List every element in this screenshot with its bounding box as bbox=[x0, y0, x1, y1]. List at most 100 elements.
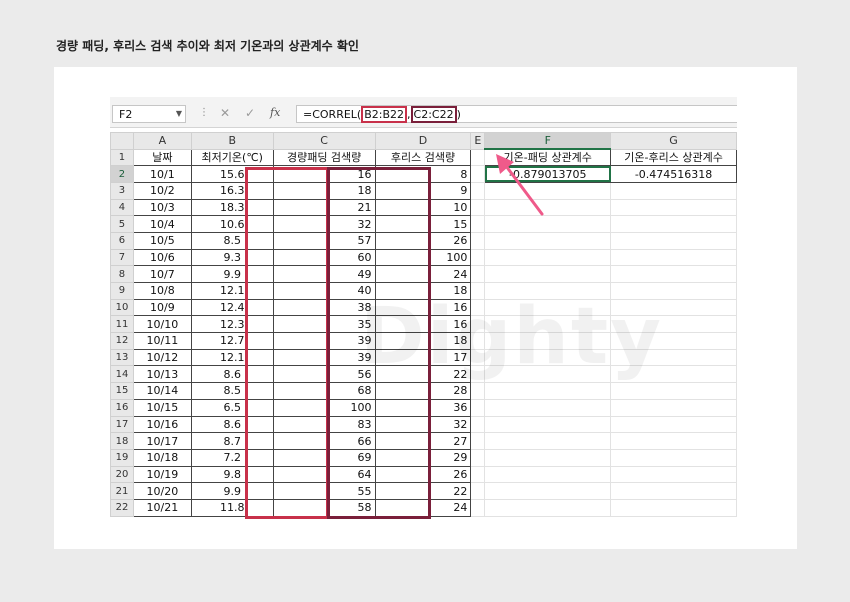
padding-cell[interactable]: 69 bbox=[272, 448, 376, 467]
row-header[interactable]: 10 bbox=[110, 298, 134, 317]
fleece-cell[interactable]: 9 bbox=[374, 181, 472, 200]
empty-cell[interactable] bbox=[484, 248, 612, 267]
temp-cell[interactable]: 18.3 bbox=[190, 198, 274, 217]
date-cell[interactable]: 10/8 bbox=[132, 282, 192, 300]
temp-cell[interactable]: 9.3 bbox=[190, 248, 274, 267]
date-cell[interactable]: 10/19 bbox=[132, 465, 192, 484]
padding-cell[interactable]: 64 bbox=[272, 465, 376, 484]
temp-cell[interactable]: 6.5 bbox=[190, 398, 274, 417]
temp-cell[interactable]: 8.5 bbox=[190, 382, 274, 400]
row-header[interactable]: 22 bbox=[110, 498, 134, 517]
row-header[interactable]: 12 bbox=[110, 332, 134, 350]
result-cell-corr-padding[interactable]: -0.879013705 bbox=[484, 165, 612, 183]
empty-cell[interactable] bbox=[610, 432, 737, 450]
header-cell-corr-fleece[interactable]: 기온-후리스 상관계수 bbox=[610, 148, 737, 167]
temp-cell[interactable]: 12.7 bbox=[190, 332, 274, 350]
temp-cell[interactable]: 12.3 bbox=[190, 315, 274, 334]
temp-cell[interactable]: 12.1 bbox=[190, 348, 274, 367]
empty-cell[interactable] bbox=[470, 165, 486, 183]
temp-cell[interactable]: 11.8 bbox=[190, 498, 274, 517]
date-cell[interactable]: 10/17 bbox=[132, 432, 192, 450]
name-box[interactable]: F2 ▼ bbox=[112, 105, 186, 123]
padding-cell[interactable]: 60 bbox=[272, 248, 376, 267]
date-cell[interactable]: 10/12 bbox=[132, 348, 192, 367]
empty-cell[interactable] bbox=[484, 498, 612, 517]
padding-cell[interactable]: 32 bbox=[272, 215, 376, 233]
enter-check-icon[interactable]: ✓ bbox=[245, 106, 255, 120]
date-cell[interactable]: 10/15 bbox=[132, 398, 192, 417]
empty-cell[interactable] bbox=[470, 181, 486, 200]
fleece-cell[interactable]: 36 bbox=[374, 398, 472, 417]
header-cell-padding[interactable]: 경량패딩 검색량 bbox=[272, 148, 376, 167]
row-header[interactable]: 16 bbox=[110, 398, 134, 417]
result-cell-corr-fleece[interactable]: -0.474516318 bbox=[610, 165, 737, 183]
date-cell[interactable]: 10/13 bbox=[132, 365, 192, 384]
date-cell[interactable]: 10/16 bbox=[132, 415, 192, 434]
empty-cell[interactable] bbox=[484, 448, 612, 467]
column-header-g[interactable]: G bbox=[610, 132, 737, 150]
header-cell-date[interactable]: 날짜 bbox=[132, 148, 192, 167]
row-header[interactable]: 17 bbox=[110, 415, 134, 434]
date-cell[interactable]: 10/11 bbox=[132, 332, 192, 350]
empty-cell[interactable] bbox=[484, 465, 612, 484]
padding-cell[interactable]: 57 bbox=[272, 231, 376, 250]
empty-cell[interactable] bbox=[470, 398, 486, 417]
fleece-cell[interactable]: 32 bbox=[374, 415, 472, 434]
row-header[interactable]: 20 bbox=[110, 465, 134, 484]
empty-cell[interactable] bbox=[484, 198, 612, 217]
temp-cell[interactable]: 9.8 bbox=[190, 465, 274, 484]
fleece-cell[interactable]: 29 bbox=[374, 448, 472, 467]
row-header[interactable]: 2 bbox=[110, 165, 134, 183]
insert-function-icon[interactable]: fx bbox=[270, 106, 280, 119]
empty-cell[interactable] bbox=[470, 415, 486, 434]
temp-cell[interactable]: 12.4 bbox=[190, 298, 274, 317]
date-cell[interactable]: 10/1 bbox=[132, 165, 192, 183]
column-header-e[interactable]: E bbox=[470, 132, 486, 150]
empty-cell[interactable] bbox=[470, 465, 486, 484]
date-cell[interactable]: 10/18 bbox=[132, 448, 192, 467]
row-header[interactable]: 14 bbox=[110, 365, 134, 384]
date-cell[interactable]: 10/2 bbox=[132, 181, 192, 200]
fleece-cell[interactable]: 100 bbox=[374, 248, 472, 267]
fleece-cell[interactable]: 27 bbox=[374, 432, 472, 450]
column-header-f[interactable]: F bbox=[484, 132, 612, 150]
fleece-cell[interactable]: 28 bbox=[374, 382, 472, 400]
empty-cell[interactable] bbox=[470, 198, 486, 217]
padding-cell[interactable]: 100 bbox=[272, 398, 376, 417]
row-header[interactable]: 19 bbox=[110, 448, 134, 467]
row-header[interactable]: 11 bbox=[110, 315, 134, 334]
date-cell[interactable]: 10/5 bbox=[132, 231, 192, 250]
empty-cell[interactable] bbox=[484, 482, 612, 500]
padding-cell[interactable]: 66 bbox=[272, 432, 376, 450]
select-all-corner[interactable] bbox=[110, 132, 134, 150]
empty-cell[interactable] bbox=[470, 382, 486, 400]
chevron-down-icon[interactable]: ▼ bbox=[176, 109, 182, 118]
temp-cell[interactable]: 7.2 bbox=[190, 448, 274, 467]
date-cell[interactable]: 10/9 bbox=[132, 298, 192, 317]
date-cell[interactable]: 10/3 bbox=[132, 198, 192, 217]
empty-cell[interactable] bbox=[484, 398, 612, 417]
temp-cell[interactable]: 10.6 bbox=[190, 215, 274, 233]
row-header[interactable]: 18 bbox=[110, 432, 134, 450]
row-header[interactable]: 9 bbox=[110, 282, 134, 300]
date-cell[interactable]: 10/6 bbox=[132, 248, 192, 267]
empty-cell[interactable] bbox=[610, 482, 737, 500]
fleece-cell[interactable]: 24 bbox=[374, 498, 472, 517]
empty-cell[interactable] bbox=[610, 265, 737, 283]
temp-cell[interactable]: 8.6 bbox=[190, 365, 274, 384]
padding-cell[interactable]: 68 bbox=[272, 382, 376, 400]
date-cell[interactable]: 10/4 bbox=[132, 215, 192, 233]
header-cell-fleece[interactable]: 후리스 검색량 bbox=[374, 148, 472, 167]
fleece-cell[interactable]: 22 bbox=[374, 482, 472, 500]
row-header[interactable]: 5 bbox=[110, 215, 134, 233]
date-cell[interactable]: 10/10 bbox=[132, 315, 192, 334]
empty-cell[interactable] bbox=[610, 398, 737, 417]
empty-cell[interactable] bbox=[470, 432, 486, 450]
row-header[interactable]: 3 bbox=[110, 181, 134, 200]
empty-cell[interactable] bbox=[610, 198, 737, 217]
date-cell[interactable]: 10/14 bbox=[132, 382, 192, 400]
padding-cell[interactable]: 49 bbox=[272, 265, 376, 283]
fleece-cell[interactable]: 8 bbox=[374, 165, 472, 183]
date-cell[interactable]: 10/7 bbox=[132, 265, 192, 283]
row-header[interactable]: 1 bbox=[110, 148, 134, 167]
